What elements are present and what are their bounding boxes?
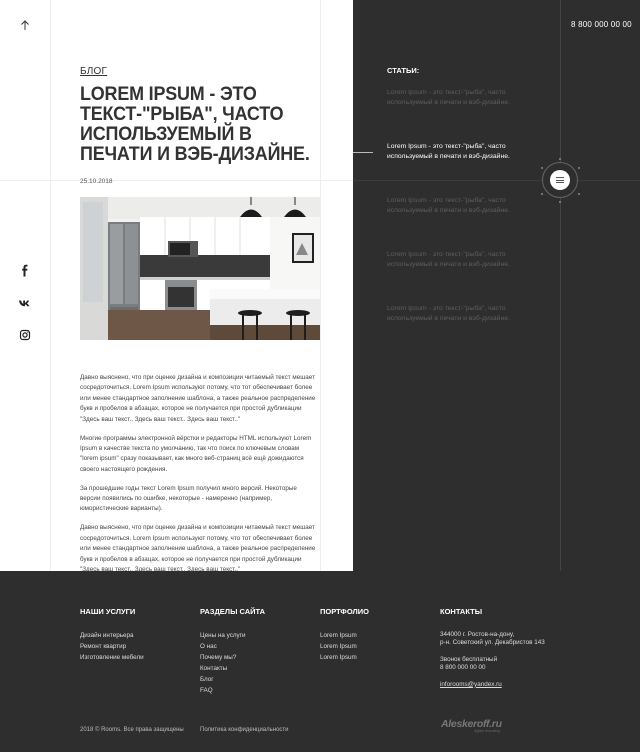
footer-link[interactable]: Lorem Ipsum: [320, 631, 438, 642]
instagram-icon: [19, 329, 31, 341]
footer-sections: Разделы сайта Цены на услуги О нас Почем…: [200, 607, 318, 696]
instagram-link[interactable]: [18, 328, 32, 342]
footer-services: Наши услуги Дизайн интерьера Ремонт квар…: [80, 607, 198, 664]
footer-link[interactable]: FAQ: [200, 686, 318, 697]
footer-link[interactable]: О нас: [200, 642, 318, 653]
developer-logo[interactable]: Aleskeroff.ru digital branding: [441, 718, 511, 733]
footer-link[interactable]: Почему мы?: [200, 653, 318, 664]
grid-line: [560, 0, 561, 571]
footer-email[interactable]: inforooms@yandex.ru: [440, 681, 502, 688]
header-phone[interactable]: 8 800 000 00 00: [571, 20, 632, 29]
vk-icon: [19, 300, 30, 307]
article-body: Давно выяснено, что при оценке дизайна и…: [80, 373, 316, 584]
decor-dot: [559, 201, 561, 203]
article-link[interactable]: Lorem Ipsum - это текст-"рыба", часто ис…: [387, 304, 537, 325]
footer-link[interactable]: Цены на услуги: [200, 631, 318, 642]
footer-link[interactable]: Lorem Ipsum: [320, 642, 438, 653]
footer-heading: Портфолио: [320, 607, 369, 616]
decor-dot: [578, 167, 580, 169]
address-line: р-н. Советский ул. Декабристов 143: [440, 639, 545, 647]
article-link[interactable]: Lorem Ipsum - это текст-"рыба", часто ис…: [387, 250, 537, 271]
article-title: Lorem Ipsum - это текст-"рыба", часто ис…: [80, 83, 310, 165]
article-link-active[interactable]: Lorem Ipsum - это текст-"рыба", часто ис…: [387, 142, 537, 163]
article-paragraph: За прошедшие годы текст Lorem Ipsum полу…: [80, 484, 297, 513]
menu-button[interactable]: [542, 162, 578, 198]
footer-link[interactable]: Lorem Ipsum: [320, 653, 438, 664]
footer-link[interactable]: Ремонт квартир: [80, 642, 198, 653]
article-date: 25.10.2018: [80, 178, 113, 185]
footer-contacts: Контакты 344000 г. Ростов-на-дону, р-н. …: [440, 607, 570, 691]
grid-line: [0, 180, 353, 181]
decor-dot: [541, 167, 543, 169]
article-link[interactable]: Lorem Ipsum - это текст-"рыба", часто ис…: [387, 196, 537, 217]
footer-phone[interactable]: 8 800 000 00 00: [440, 664, 570, 672]
footer-link[interactable]: Изготовление мебели: [80, 653, 198, 664]
vk-link[interactable]: [18, 296, 32, 310]
privacy-policy-link[interactable]: Политика конфиденциальности: [200, 727, 289, 733]
article-paragraph: Многие программы электронной вёрстки и р…: [80, 434, 312, 473]
developer-tagline: digital branding: [474, 729, 500, 733]
grid-line: [320, 0, 321, 571]
footer-heading: Наши услуги: [80, 607, 136, 616]
footer-link[interactable]: Блог: [200, 675, 318, 686]
copyright: 2018 © Rooms. Все права защищены: [80, 727, 184, 733]
grid-line: [50, 0, 51, 571]
active-indicator-line: [353, 152, 373, 153]
footer-heading: Контакты: [440, 607, 483, 616]
facebook-link[interactable]: [18, 264, 32, 278]
footer-portfolio: Портфолио Lorem Ipsum Lorem Ipsum Lorem …: [320, 607, 438, 664]
decor-dot: [578, 193, 580, 195]
scroll-up-button[interactable]: [16, 16, 34, 34]
footer-heading: Разделы сайта: [200, 607, 266, 616]
call-label: Звонок бесплатный: [440, 655, 498, 663]
footer-link[interactable]: Контакты: [200, 664, 318, 675]
decor-dot: [559, 158, 561, 160]
article-link[interactable]: Lorem Ipsum - это текст-"рыба", часто ис…: [387, 88, 537, 109]
decor-dot: [541, 193, 543, 195]
facebook-icon: [22, 264, 28, 277]
footer-link[interactable]: Дизайн интерьера: [80, 631, 198, 642]
articles-heading: Статьи:: [387, 66, 420, 75]
article-paragraph: Давно выяснено, что при оценке дизайна и…: [80, 374, 316, 423]
grid-line: [353, 180, 640, 181]
menu-icon: [550, 170, 570, 190]
breadcrumb-blog[interactable]: Блог: [80, 66, 107, 77]
article-paragraph: Давно выяснено, что при оценке дизайна и…: [80, 524, 316, 573]
arrow-up-icon: [21, 20, 29, 30]
article-image: [80, 197, 320, 340]
